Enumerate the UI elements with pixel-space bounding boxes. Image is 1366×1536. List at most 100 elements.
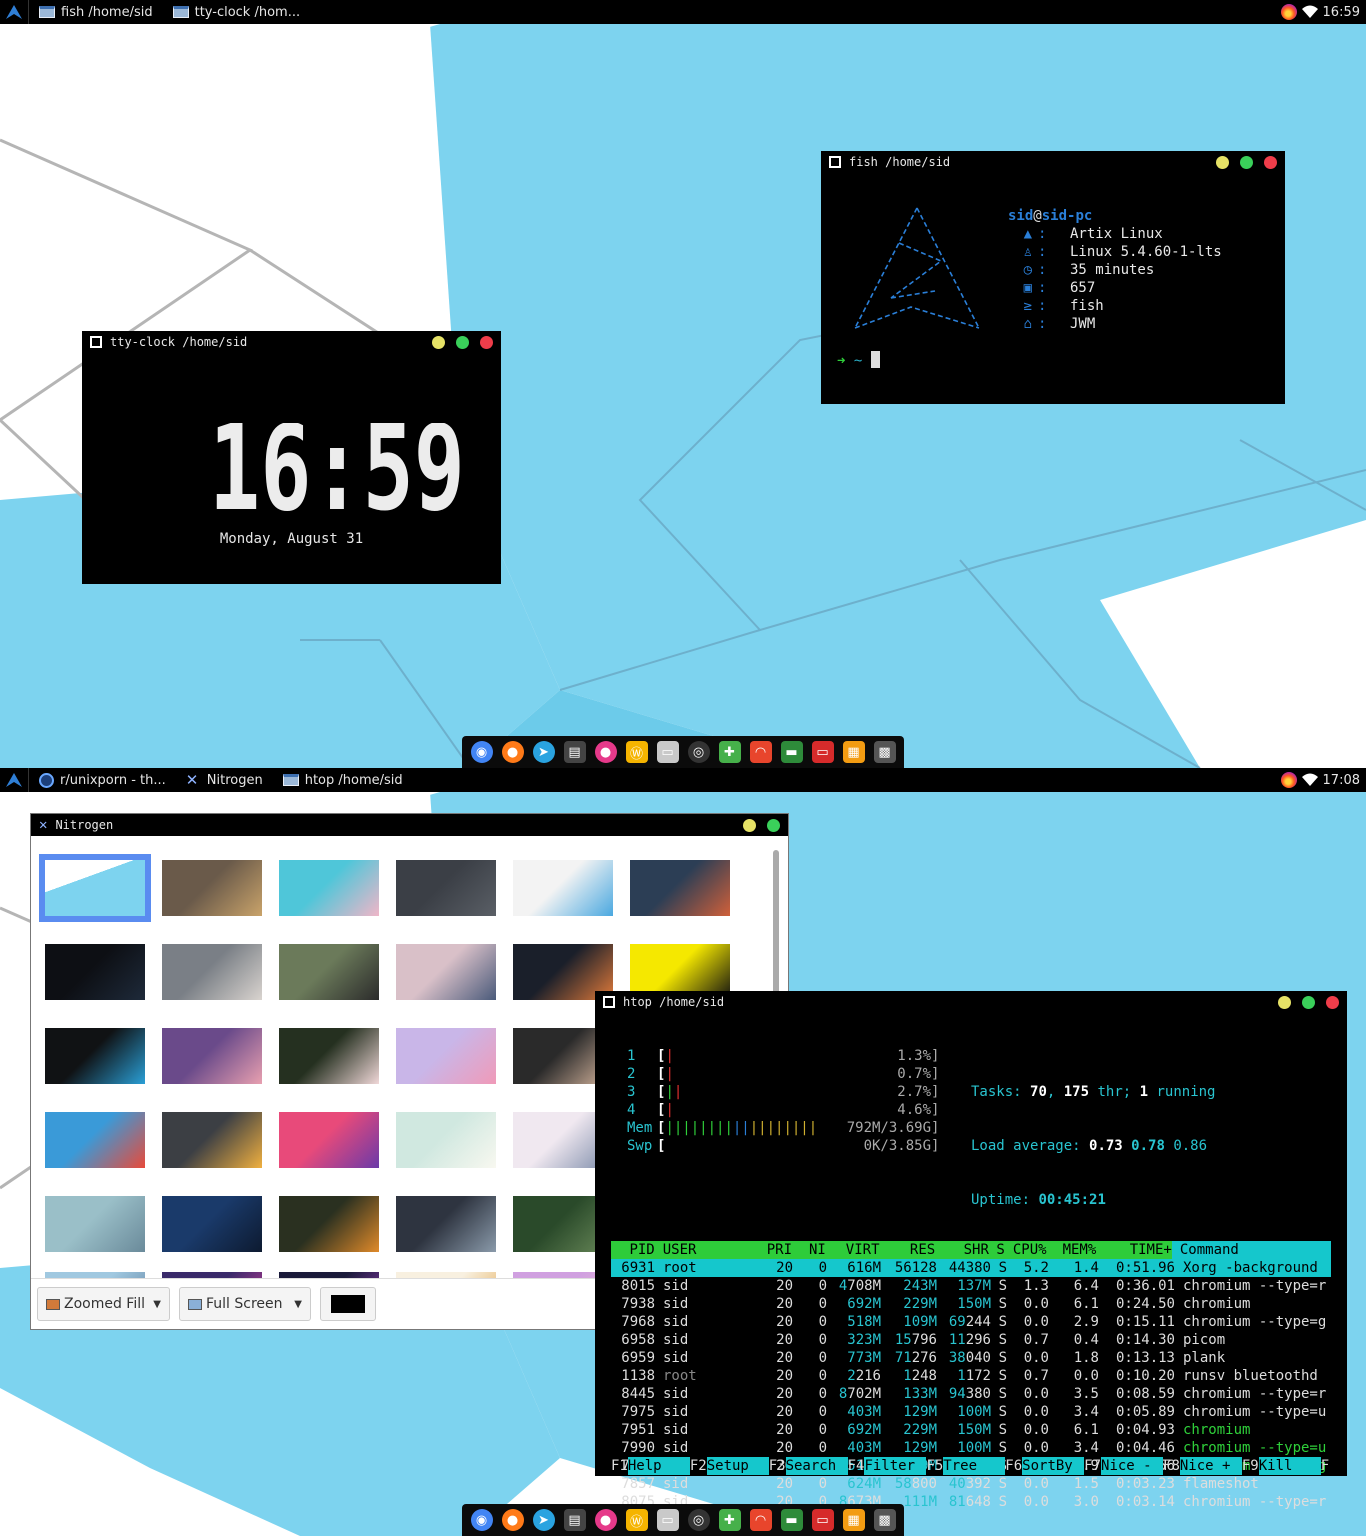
sublime-text-icon[interactable]: ▤ [563,741,586,763]
web-icon[interactable]: Ⓦ [625,741,648,763]
wallpaper-thumbnail[interactable] [162,1112,262,1168]
wallpaper-thumbnail[interactable] [396,1196,496,1252]
obs-icon[interactable]: ◎ [687,1509,710,1531]
web-icon[interactable]: Ⓦ [625,1509,648,1531]
screen-select[interactable]: Full Screen ▼ [179,1287,311,1321]
wifi-icon[interactable] [1301,5,1318,19]
archive-manager-icon[interactable]: ▭ [656,741,679,763]
terminal-icon[interactable]: ▭ [811,741,834,763]
calculator-icon[interactable]: ▩ [873,1509,896,1531]
function-key-action[interactable]: Help [627,1457,690,1475]
telegram-icon[interactable]: ➤ [532,741,555,763]
minimize-button[interactable] [1278,995,1291,1009]
function-key-action[interactable]: Nice - [1101,1457,1164,1475]
firefox-icon[interactable]: ● [501,741,524,763]
wallpaper-thumbnail[interactable] [162,1028,262,1084]
function-key-action[interactable]: Search [785,1457,848,1475]
process-row[interactable]: 6931 root 20 0 616M 56128 44380 S 5.2 1.4 0:51.96 X… [611,1259,1331,1277]
wallpaper-thumbnail[interactable] [396,944,496,1000]
taskbar-item-nitrogen[interactable]: ✕ Nitrogen [176,768,273,792]
process-row[interactable]: 7857 sid 20 0 624M 58800 40392 S 0.0 1.5 0:03.23 fl… [611,1475,1331,1493]
firefox-icon[interactable]: ● [501,1509,524,1531]
wallpaper-thumbnail[interactable] [396,1028,496,1084]
function-key-action[interactable]: Kill [1258,1457,1321,1475]
color-picker-icon[interactable]: ● [594,741,617,763]
maximize-button[interactable] [1302,995,1315,1009]
office-icon[interactable]: ▦ [842,741,865,763]
window-menu-icon[interactable] [90,336,102,348]
fish-terminal-window[interactable]: fish /home/sid sid@sid-pc ▲: Artix Linux ♙… [821,151,1285,404]
close-button[interactable] [1264,155,1277,169]
process-row[interactable]: 8445 sid 20 0 8702M 133M 94380 S 0.0 3.5 0:08.59 ch… [611,1385,1331,1403]
wallpaper-thumbnail[interactable] [45,1112,145,1168]
background-color-button[interactable] [320,1287,376,1321]
shell-prompt[interactable]: ➜ ~ [837,351,880,369]
fire-icon[interactable] [1280,4,1297,20]
process-row[interactable]: 8015 sid 20 0 4708M 243M 137M S 1.3 6.4 0:36.01 chr… [611,1277,1331,1295]
terminal-icon[interactable]: ▭ [811,1509,834,1531]
htop-window[interactable]: htop /home/sid 1[| 1.3%] 2[| 0.7%] 3[|| 2.7%]… [595,991,1347,1510]
artix-menu-button[interactable] [0,768,28,792]
chromium-icon[interactable]: ◉ [470,1509,493,1531]
process-row[interactable]: 7990 sid 20 0 403M 129M 100M S 0.0 3.4 0:04.46 chro… [611,1439,1331,1457]
system-monitor-icon[interactable]: ▬ [780,741,803,763]
minimize-button[interactable] [432,335,445,349]
qbittorrent-icon[interactable]: ✚ [718,1509,741,1531]
function-key-action[interactable]: Setup [706,1457,769,1475]
rainbow-icon[interactable]: ◠ [749,1509,772,1531]
wallpaper-thumbnail[interactable] [630,860,730,916]
wallpaper-thumbnail[interactable] [162,1196,262,1252]
wifi-icon[interactable] [1301,773,1318,787]
qbittorrent-icon[interactable]: ✚ [718,741,741,763]
taskbar-item-fish[interactable]: fish /home/sid [29,0,163,24]
tty-clock-window[interactable]: tty-clock /home/sid 16:59 Monday, August… [82,331,501,584]
process-row[interactable]: 6959 sid 20 0 773M 71276 38040 S 0.0 1.8 0:13.13 pl… [611,1349,1331,1367]
wallpaper-thumbnail[interactable] [279,1112,379,1168]
window-menu-icon[interactable] [829,156,841,168]
close-button[interactable] [1326,995,1339,1009]
function-key-action[interactable]: SortBy [1022,1457,1085,1475]
color-picker-icon[interactable]: ● [594,1509,617,1531]
rainbow-icon[interactable]: ◠ [749,741,772,763]
wallpaper-thumbnail[interactable] [396,1112,496,1168]
telegram-icon[interactable]: ➤ [532,1509,555,1531]
process-row[interactable]: 1138 root 20 0 2216 1248 1172 S 0.7 0.0 0:10.20 run… [611,1367,1331,1385]
scrollbar-thumb[interactable] [773,850,779,1010]
maximize-button[interactable] [456,335,469,349]
wallpaper-thumbnail[interactable] [513,860,613,916]
fire-icon[interactable] [1280,772,1297,788]
process-row[interactable]: 7951 sid 20 0 692M 229M 150M S 0.0 6.1 0:04.93 chro… [611,1421,1331,1439]
chromium-icon[interactable]: ◉ [470,741,493,763]
wallpaper-thumbnail[interactable] [279,944,379,1000]
maximize-button[interactable] [1240,155,1253,169]
archive-manager-icon[interactable]: ▭ [656,1509,679,1531]
taskbar-item-browser[interactable]: r/unixporn - th... [29,768,176,792]
taskbar-item-tty-clock[interactable]: tty-clock /hom... [163,0,311,24]
process-row[interactable]: 7968 sid 20 0 518M 109M 69244 S 0.0 2.9 0:15.11 chr… [611,1313,1331,1331]
window-titlebar[interactable]: tty-clock /home/sid [82,331,501,353]
process-row[interactable]: 7938 sid 20 0 692M 229M 150M S 0.0 6.1 0:24.50 chro… [611,1295,1331,1313]
taskbar-item-htop[interactable]: htop /home/sid [273,768,413,792]
wallpaper-thumbnail[interactable] [39,854,151,922]
wallpaper-thumbnail[interactable] [45,1028,145,1084]
system-monitor-icon[interactable]: ▬ [780,1509,803,1531]
wallpaper-thumbnail[interactable] [162,860,262,916]
function-key-action[interactable]: Filter [864,1457,927,1475]
wallpaper-thumbnail[interactable] [45,1196,145,1252]
window-titlebar[interactable]: htop /home/sid [595,991,1347,1013]
wallpaper-thumbnail[interactable] [162,944,262,1000]
window-menu-icon[interactable] [603,996,615,1008]
wallpaper-thumbnail[interactable] [45,944,145,1000]
zoom-mode-select[interactable]: Zoomed Fill ▼ [37,1287,170,1321]
window-titlebar[interactable]: ✕ Nitrogen [31,814,788,836]
minimize-button[interactable] [743,818,756,832]
artix-menu-button[interactable] [0,0,28,24]
wallpaper-thumbnail[interactable] [279,1196,379,1252]
calculator-icon[interactable]: ▩ [873,741,896,763]
function-key-action[interactable]: Nice + [1179,1457,1242,1475]
process-row[interactable]: 6958 sid 20 0 323M 15796 11296 S 0.7 0.4 0:14.30 pi… [611,1331,1331,1349]
process-row[interactable]: 7975 sid 20 0 403M 129M 100M S 0.0 3.4 0:05.89 chro… [611,1403,1331,1421]
obs-icon[interactable]: ◎ [687,741,710,763]
wallpaper-thumbnail[interactable] [279,1028,379,1084]
minimize-button[interactable] [1216,155,1229,169]
